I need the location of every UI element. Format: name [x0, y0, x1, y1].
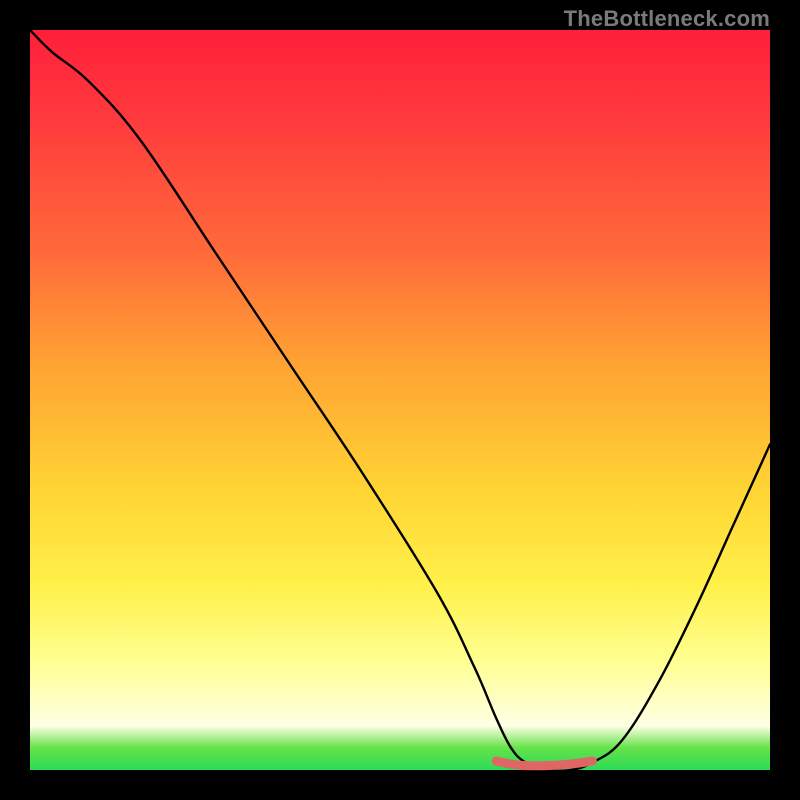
watermark-text: TheBottleneck.com: [564, 6, 770, 32]
curve-layer: [30, 30, 770, 770]
optimal-range-marker: [496, 761, 592, 766]
chart-frame: TheBottleneck.com: [0, 0, 800, 800]
plot-area: [30, 30, 770, 770]
bottleneck-curve: [30, 30, 770, 771]
